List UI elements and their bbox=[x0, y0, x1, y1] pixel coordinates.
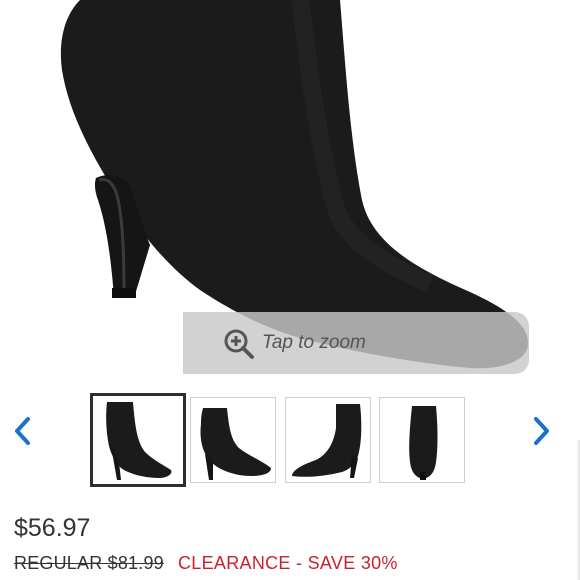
chevron-right-icon bbox=[532, 416, 552, 451]
sale-price: $56.97 bbox=[14, 514, 91, 542]
tap-to-zoom-hint[interactable]: Tap to zoom bbox=[183, 312, 529, 374]
thumbnail-boot-inner bbox=[292, 404, 362, 478]
gallery-next-button[interactable] bbox=[528, 415, 556, 451]
product-image[interactable]: Tap to zoom bbox=[0, 0, 580, 380]
gallery-prev-button[interactable] bbox=[8, 415, 36, 451]
zoom-hint-label: Tap to zoom bbox=[262, 332, 366, 353]
gallery-thumbnail-1[interactable] bbox=[90, 393, 186, 487]
regular-price: REGULAR $81.99 bbox=[14, 553, 164, 573]
clearance-badge: CLEARANCE - SAVE 30% bbox=[178, 553, 398, 573]
chevron-left-icon bbox=[12, 416, 32, 451]
gallery-thumbnail-4[interactable] bbox=[379, 397, 465, 483]
gallery-thumbnail-3[interactable] bbox=[285, 397, 371, 483]
scroll-edge-shadow bbox=[576, 440, 580, 580]
thumbnail-boot-side bbox=[106, 402, 172, 480]
gallery-thumbnail-2[interactable] bbox=[190, 397, 276, 483]
thumbnail-boot-outer bbox=[200, 408, 271, 480]
thumbnail-boot-back bbox=[409, 406, 438, 480]
